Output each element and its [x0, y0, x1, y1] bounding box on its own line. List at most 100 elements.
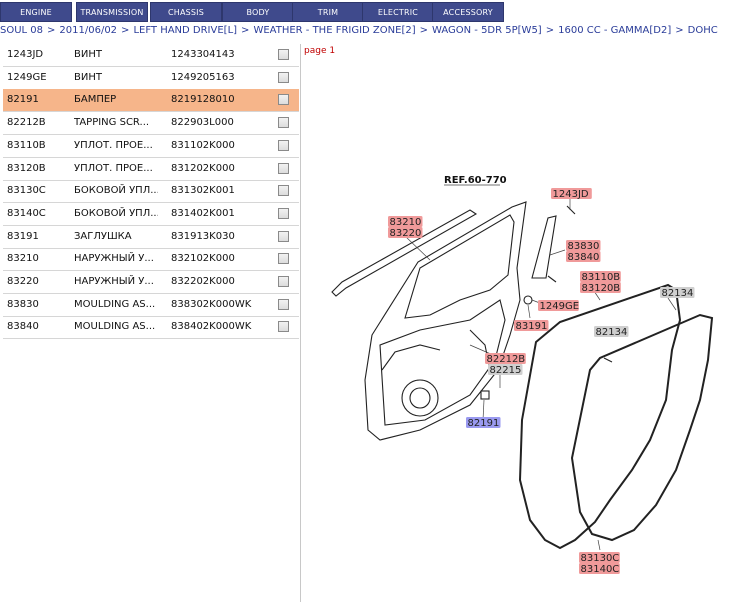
part-code: 83120B	[7, 162, 46, 174]
breadcrumb-item[interactable]: WAGON - 5DR 5P[W5]	[432, 25, 542, 36]
part-name: УПЛОТ. ПРОЕ...	[74, 139, 153, 151]
callout-83210[interactable]: 83210	[390, 217, 422, 228]
part-code: 83191	[7, 230, 39, 242]
breadcrumb-item[interactable]: WEATHER - THE FRIGID ZONE[2]	[253, 25, 415, 36]
breadcrumb-separator: >	[675, 25, 684, 36]
select-checkbox[interactable]	[278, 321, 289, 333]
callout-82215[interactable]: 82215	[490, 365, 522, 376]
callout-83140c[interactable]: 83140C	[581, 564, 620, 575]
part-name: БОКОВОЙ УПЛ...	[74, 185, 158, 197]
table-row[interactable]: 83140C БОКОВОЙ УПЛ... 831402K001	[3, 203, 299, 226]
part-code: 1249GE	[7, 71, 47, 83]
callout-82134b[interactable]: 82134	[596, 327, 628, 338]
table-row[interactable]: 83840 MOULDING AS... 838402K000WK	[3, 316, 299, 340]
select-checkbox[interactable]	[278, 49, 289, 60]
part-name: НАРУЖНЫЙ У...	[74, 276, 154, 287]
part-name: УПЛОТ. ПРОЕ...	[74, 162, 153, 174]
callout-82212b[interactable]: 82212B	[487, 354, 526, 365]
table-row[interactable]: 83220 НАРУЖНЫЙ У... 832202K000	[3, 271, 299, 294]
side-weatherstrip	[570, 313, 714, 542]
part-number: 831402K001	[171, 207, 235, 219]
breadcrumb-separator: >	[241, 25, 250, 36]
part-number: 838402K000WK	[171, 321, 252, 333]
select-checkbox[interactable]	[278, 207, 289, 219]
part-name: НАРУЖНЫЙ У...	[74, 253, 154, 265]
tab-trim[interactable]: TRIM	[292, 2, 364, 22]
select-checkbox[interactable]	[278, 117, 289, 129]
callout-83840[interactable]: 83840	[568, 252, 600, 263]
select-checkbox[interactable]	[278, 276, 289, 287]
callout-82191[interactable]: 82191	[468, 418, 500, 429]
part-number: 838302K000WK	[171, 298, 252, 310]
select-checkbox[interactable]	[278, 230, 289, 242]
part-code: 1243JD	[7, 49, 44, 60]
part-name: ВИНТ	[74, 49, 102, 60]
part-number: 831202K000	[171, 162, 235, 174]
callout-83830[interactable]: 83830	[568, 241, 600, 252]
table-row[interactable]: 82191 БАМПЕР 8219128010	[3, 89, 299, 113]
table-row[interactable]: 83191 ЗАГЛУШКА 831913K030	[3, 226, 299, 249]
part-name: БОКОВОЙ УПЛ...	[74, 207, 158, 219]
callout-1249ge[interactable]: 1249GE	[540, 301, 580, 312]
breadcrumb-item[interactable]: 1600 CC - GAMMA[D2]	[558, 25, 671, 36]
parts-table: 1243JD ВИНТ 1243304143 1249GE ВИНТ 1249205163…	[0, 44, 301, 602]
part-number: 831913K030	[171, 230, 235, 242]
table-row[interactable]: 82212B TAPPING SCR... 822903L000	[3, 112, 299, 136]
callout-1243jd[interactable]: 1243JD	[553, 189, 589, 200]
select-checkbox[interactable]	[278, 71, 289, 83]
tab-chassis[interactable]: CHASSIS	[150, 2, 222, 22]
callout-83120b[interactable]: 83120B	[582, 283, 621, 294]
select-checkbox[interactable]	[278, 185, 289, 197]
part-name: ВИНТ	[74, 71, 102, 83]
breadcrumb-item[interactable]: LEFT HAND DRIVE[L]	[133, 25, 237, 36]
parts-diagram: 1243JD 8321083220 8383083840 83110B83120B 82…	[331, 175, 714, 575]
table-row[interactable]: 1249GE ВИНТ 1249205163	[3, 67, 299, 90]
table-row[interactable]: 83130C БОКОВОЙ УПЛ... 831302K001	[3, 180, 299, 204]
part-name: ЗАГЛУШКА	[74, 230, 132, 242]
callout-82134a[interactable]: 82134	[662, 288, 694, 299]
breadcrumb-item[interactable]: SOUL 08	[0, 25, 43, 36]
breadcrumb-item[interactable]: 2011/06/02	[59, 25, 117, 36]
table-row[interactable]: 1243JD ВИНТ 1243304143	[3, 44, 299, 67]
table-row[interactable]: 83830 MOULDING AS... 838302K000WK	[3, 294, 299, 317]
part-name: TAPPING SCR...	[74, 117, 150, 129]
callout-83110b[interactable]: 83110B	[582, 272, 621, 283]
breadcrumb-separator: >	[419, 25, 428, 36]
tab-electric[interactable]: ELECTRIC	[362, 2, 434, 22]
select-checkbox[interactable]	[278, 253, 289, 265]
callout-83191[interactable]: 83191	[516, 321, 548, 332]
breadcrumb: SOUL 08 >2011/06/02 > LEFT HAND DRIVE[L] > WE…	[0, 25, 751, 39]
tab-engine[interactable]: ENGINE	[0, 2, 72, 22]
speaker-opening	[401, 379, 439, 417]
part-code: 83130C	[7, 185, 46, 197]
breadcrumb-separator: >	[47, 25, 56, 36]
table-row[interactable]: 83110B УПЛОТ. ПРОЕ... 831102K000	[3, 135, 299, 158]
breadcrumb-separator: >	[121, 25, 130, 36]
part-number: 831102K000	[171, 139, 235, 151]
callout-83130c[interactable]: 83130C	[581, 553, 620, 564]
part-code: 83220	[7, 276, 39, 287]
breadcrumb-separator: >	[545, 25, 555, 36]
table-row[interactable]: 83120B УПЛОТ. ПРОЕ... 831202K000	[3, 158, 299, 181]
tab-transmission[interactable]: TRANSMISSION	[76, 2, 148, 22]
breadcrumb-item[interactable]: DOHC	[688, 25, 718, 36]
select-checkbox[interactable]	[278, 298, 289, 310]
part-number: 1249205163	[171, 71, 235, 83]
table-row[interactable]: 83210 НАРУЖНЫЙ У... 832102K000	[3, 248, 299, 272]
part-code: 82191	[7, 94, 39, 106]
part-number: 832102K000	[171, 253, 235, 265]
part-number: 8219128010	[171, 94, 235, 106]
part-code: 82212B	[7, 117, 46, 129]
select-checkbox[interactable]	[278, 94, 289, 106]
callout-83220[interactable]: 83220	[390, 228, 422, 239]
tab-accessory[interactable]: ACCESSORY	[432, 2, 504, 22]
select-checkbox[interactable]	[278, 162, 289, 174]
part-code: 83210	[7, 253, 39, 265]
part-name: MOULDING AS...	[74, 298, 156, 310]
part-code: 83840	[7, 321, 39, 333]
plug-83191	[523, 295, 533, 305]
part-code: 83110B	[7, 139, 46, 151]
select-checkbox[interactable]	[278, 139, 289, 151]
part-number: 832202K000	[171, 276, 235, 287]
tab-body[interactable]: BODY	[222, 2, 294, 22]
